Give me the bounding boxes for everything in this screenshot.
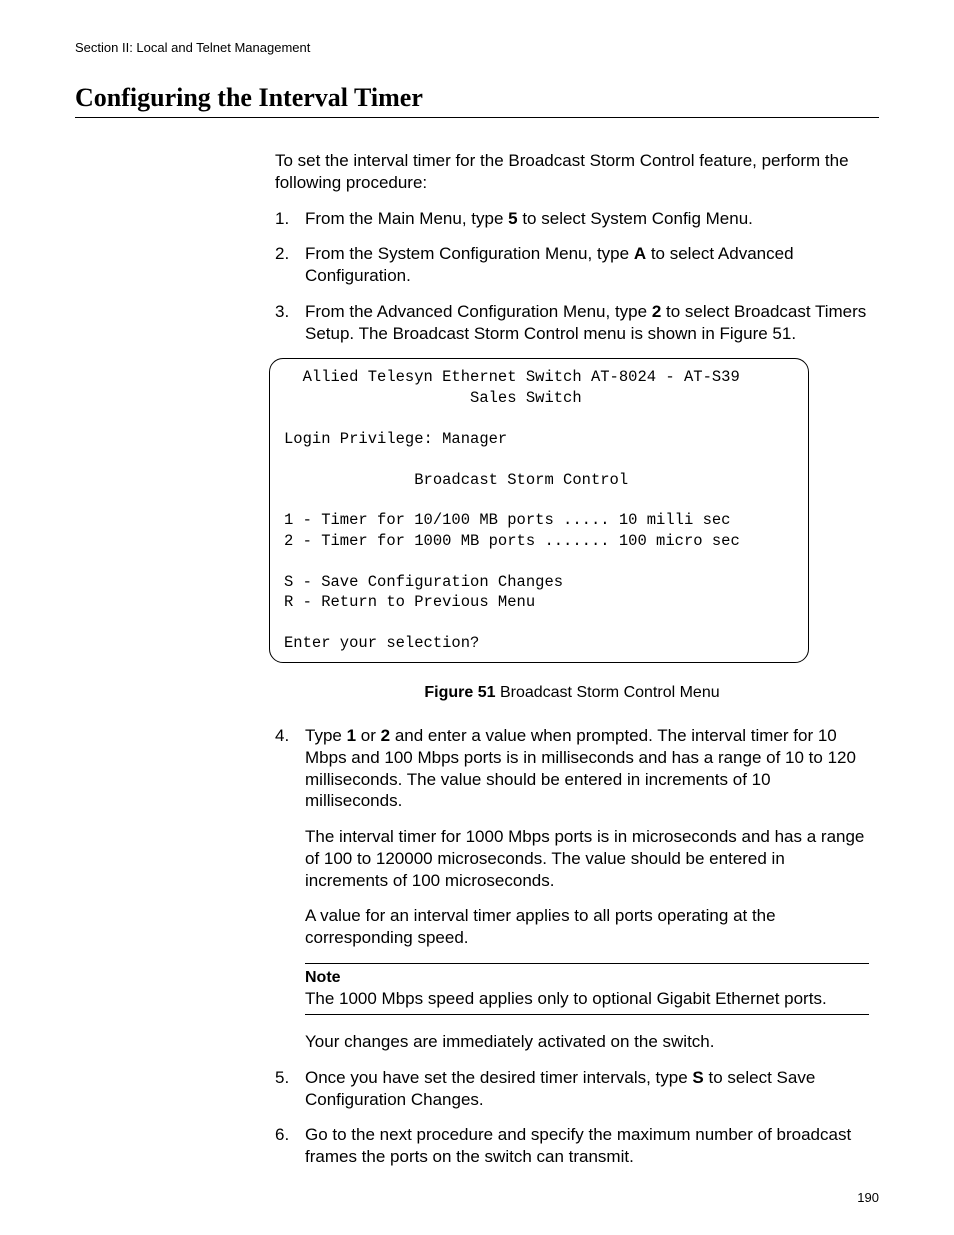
page: Section II: Local and Telnet Management … (0, 0, 954, 1235)
step-text: or (356, 726, 381, 745)
running-header: Section II: Local and Telnet Management (75, 40, 879, 55)
step-number: 4. (275, 725, 289, 747)
terminal-line: 1 - Timer for 10/100 MB ports ..... 10 m… (284, 511, 730, 529)
page-number: 190 (857, 1190, 879, 1205)
terminal-line: Broadcast Storm Control (284, 471, 628, 489)
step-text: Go to the next procedure and specify the… (305, 1125, 851, 1166)
step-3: 3. From the Advanced Configuration Menu,… (275, 301, 869, 345)
figure-caption: Figure 51 Broadcast Storm Control Menu (275, 683, 869, 703)
step-number: 6. (275, 1124, 289, 1146)
step-number: 3. (275, 301, 289, 323)
title-rule (75, 117, 879, 118)
step-text: Once you have set the desired timer inte… (305, 1068, 692, 1087)
page-title: Configuring the Interval Timer (75, 83, 879, 113)
note-label: Note (305, 968, 869, 988)
terminal-line: Allied Telesyn Ethernet Switch AT-8024 -… (284, 368, 740, 386)
note-text: The 1000 Mbps speed applies only to opti… (305, 988, 869, 1010)
step-2: 2. From the System Configuration Menu, t… (275, 243, 869, 287)
key-1: 1 (347, 726, 356, 745)
step-6: 6. Go to the next procedure and specify … (275, 1124, 869, 1168)
step-number: 5. (275, 1067, 289, 1089)
step-text: From the Main Menu, type (305, 209, 508, 228)
terminal-line: 2 - Timer for 1000 MB ports ....... 100 … (284, 532, 740, 550)
key-5: 5 (508, 209, 517, 228)
terminal-line: Enter your selection? (284, 634, 479, 652)
note-box: Note The 1000 Mbps speed applies only to… (305, 963, 869, 1015)
procedure-list-continued: 4. Type 1 or 2 and enter a value when pr… (275, 725, 869, 1168)
step-text: From the System Configuration Menu, type (305, 244, 634, 263)
step-text: Type (305, 726, 347, 745)
procedure-list: 1. From the Main Menu, type 5 to select … (275, 208, 869, 345)
body-column: To set the interval timer for the Broadc… (275, 150, 869, 1168)
terminal-figure: Allied Telesyn Ethernet Switch AT-8024 -… (269, 358, 869, 662)
step-number: 1. (275, 208, 289, 230)
step-4-p2: The interval timer for 1000 Mbps ports i… (305, 826, 869, 891)
key-s: S (692, 1068, 703, 1087)
terminal-screen: Allied Telesyn Ethernet Switch AT-8024 -… (269, 358, 809, 662)
terminal-line: Login Privilege: Manager (284, 430, 507, 448)
intro-paragraph: To set the interval timer for the Broadc… (275, 150, 869, 194)
step-4-p4: Your changes are immediately activated o… (305, 1031, 869, 1053)
step-4-p3: A value for an interval timer applies to… (305, 905, 869, 949)
note-rule-bottom (305, 1014, 869, 1015)
key-2b: 2 (381, 726, 390, 745)
step-number: 2. (275, 243, 289, 265)
step-text: to select System Config Menu. (518, 209, 753, 228)
step-4: 4. Type 1 or 2 and enter a value when pr… (275, 725, 869, 1053)
terminal-line: Sales Switch (284, 389, 582, 407)
step-5: 5. Once you have set the desired timer i… (275, 1067, 869, 1111)
terminal-line: S - Save Configuration Changes (284, 573, 563, 591)
step-text: From the Advanced Configuration Menu, ty… (305, 302, 652, 321)
key-2: 2 (652, 302, 661, 321)
key-a: A (634, 244, 646, 263)
figure-label: Figure 51 (424, 684, 495, 701)
note-rule-top (305, 963, 869, 964)
step-1: 1. From the Main Menu, type 5 to select … (275, 208, 869, 230)
figure-caption-text: Broadcast Storm Control Menu (496, 684, 720, 701)
terminal-line: R - Return to Previous Menu (284, 593, 535, 611)
